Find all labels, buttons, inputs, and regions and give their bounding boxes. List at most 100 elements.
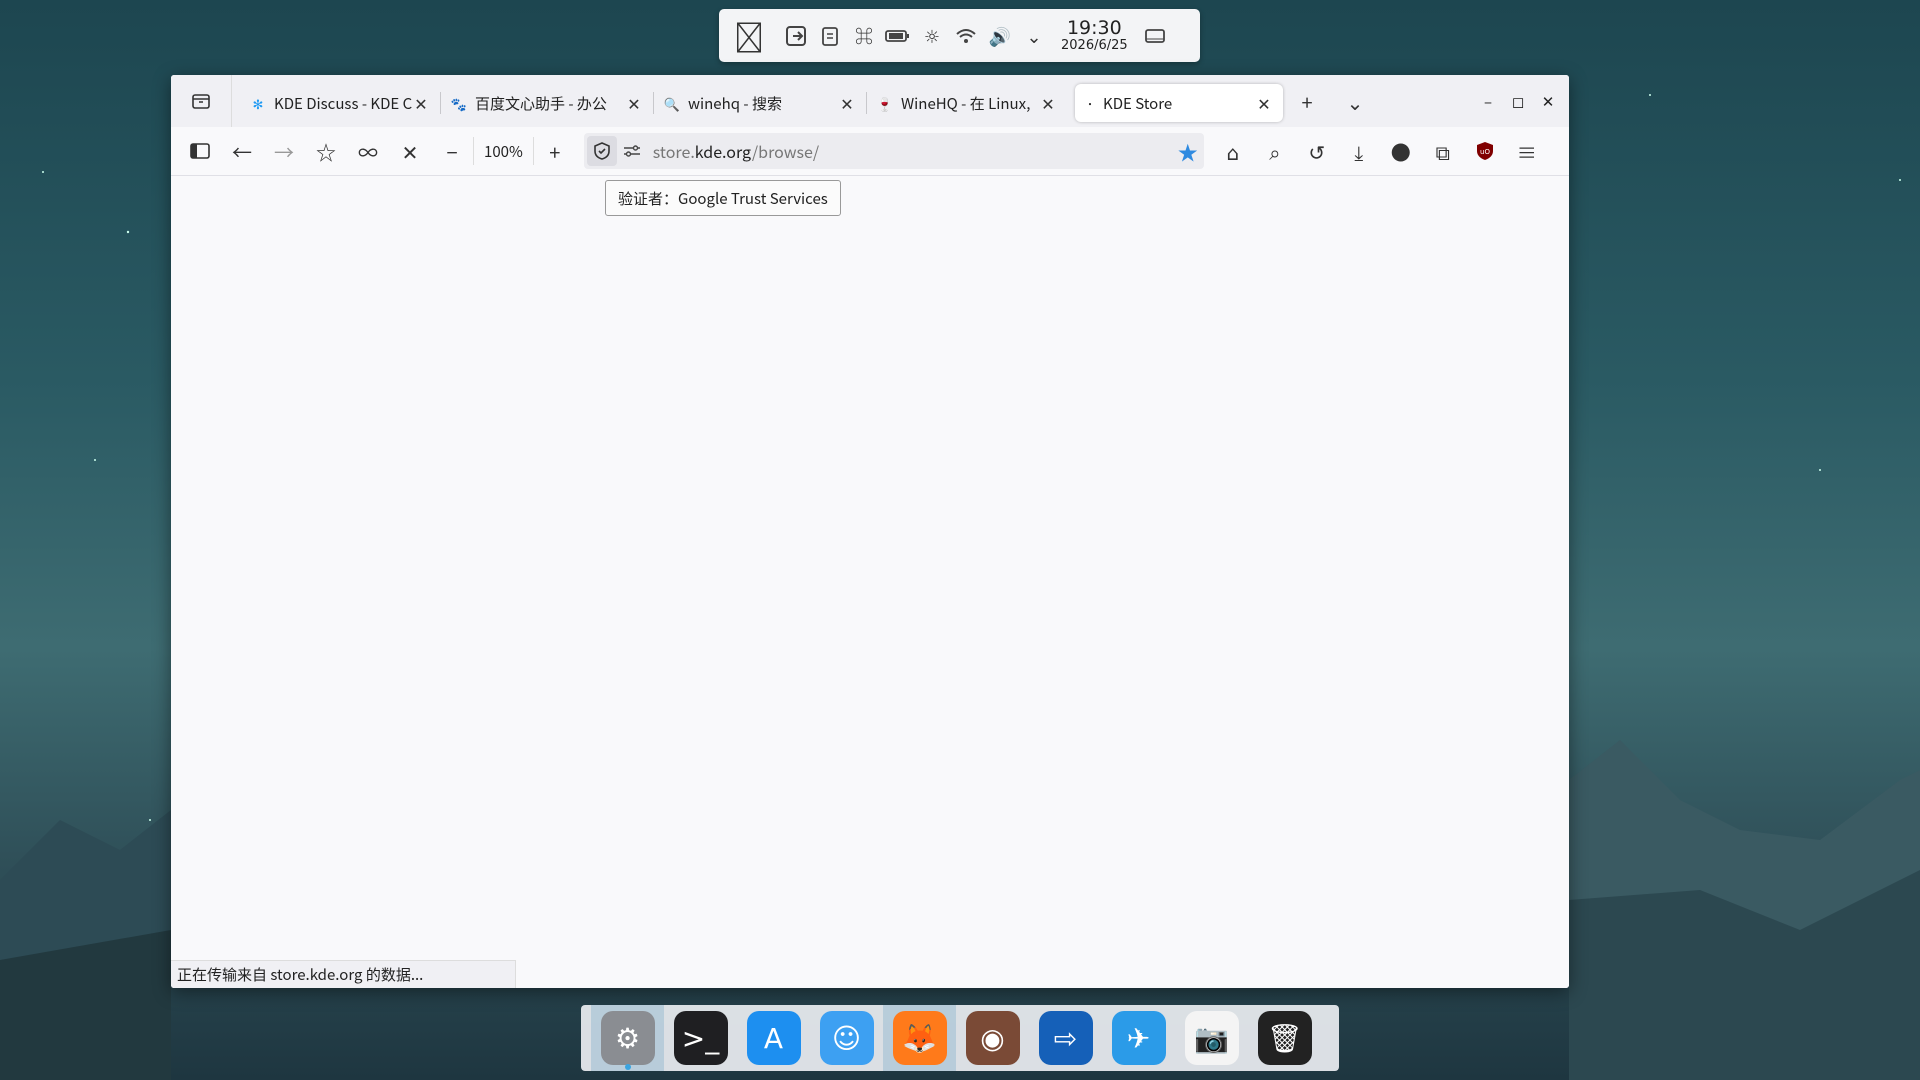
app-store-icon: A	[746, 1011, 801, 1065]
dock-item-terminal[interactable]: >_	[664, 1005, 737, 1071]
volume-icon[interactable]: 🔊	[983, 18, 1017, 54]
search-icon: ⌕	[1269, 136, 1281, 166]
app-generic-icon: ◉	[965, 1011, 1020, 1065]
close-tab-icon[interactable]: ✕	[625, 91, 643, 115]
close-icon: ✕	[401, 136, 419, 166]
dock-item-swift-app[interactable]: ✈	[1102, 1005, 1175, 1071]
close-tab-icon[interactable]: ✕	[412, 91, 430, 115]
forward-button[interactable]: →	[263, 131, 305, 171]
dock-item-screenshot[interactable]: 📷	[1175, 1005, 1248, 1071]
sidebar-icon	[190, 143, 210, 159]
tab-label: WineHQ - 在 Linux,	[901, 92, 1031, 114]
bookmark-star-icon: ☆	[316, 136, 336, 166]
chevron-down-icon: ⌄	[1346, 86, 1364, 116]
plus-icon: +	[1301, 86, 1313, 116]
list-all-tabs-button[interactable]: ⌄	[1331, 75, 1379, 127]
account-button[interactable]: ●	[1380, 131, 1422, 171]
command-icon[interactable]: ⌘	[847, 18, 881, 54]
tab-label: 百度文心助手 - 办公	[475, 92, 607, 114]
zoom-out-button[interactable]: −	[431, 131, 473, 171]
sidebar-toggle-button[interactable]	[179, 131, 221, 171]
display-icon[interactable]	[1138, 18, 1172, 54]
dock-item-app-store[interactable]: A	[737, 1005, 810, 1071]
home-icon: ⌂	[1226, 136, 1240, 166]
search-button[interactable]: ⌕	[1254, 131, 1296, 171]
url-prefix: store.	[652, 139, 695, 163]
bookmark-tools-button[interactable]: ☆	[305, 131, 347, 171]
page-content: 验证者：Google Trust Services 正在传输来自 store.k…	[171, 176, 1569, 988]
permissions-icon[interactable]	[617, 144, 647, 158]
clock[interactable]: 19:30 2026/6/25	[1061, 18, 1128, 54]
tab-overview-button[interactable]	[171, 75, 232, 127]
globe-avatar-icon: ●	[1390, 136, 1411, 166]
terminal-icon: >_	[673, 1011, 728, 1065]
close-tab-icon[interactable]: ✕	[1255, 91, 1273, 115]
swift-app-icon: ✈	[1111, 1011, 1166, 1065]
clipboard-icon[interactable]	[813, 18, 847, 54]
hamburger-menu-icon: ≡	[1516, 136, 1537, 166]
app-switcher-icon[interactable]	[779, 18, 813, 54]
battery-icon[interactable]	[881, 18, 915, 54]
stop-loading-button[interactable]: ✕	[389, 131, 431, 171]
baidu-icon: 🐾	[450, 93, 468, 113]
tab-baidu[interactable]: 🐾 百度文心助手 - 办公 ✕	[441, 84, 653, 122]
certificate-tooltip: 验证者：Google Trust Services	[605, 180, 841, 216]
remote-app-icon: ⇨	[1038, 1011, 1093, 1065]
navigation-toolbar: ← → ☆ ∞ ✕ − 100% + store.kde.org/browse/…	[171, 127, 1569, 176]
url-path: /browse/	[751, 139, 820, 163]
dock-item-system-settings[interactable]: ⚙	[591, 1005, 664, 1071]
browser-window: ✻ KDE Discuss - KDE C ✕ 🐾 百度文心助手 - 办公 ✕ …	[171, 75, 1569, 988]
brightness-icon[interactable]: ☼	[915, 18, 949, 54]
new-tab-button[interactable]: +	[1283, 75, 1331, 127]
bookmark-star-filled-icon[interactable]: ★	[1172, 137, 1204, 166]
maximize-icon[interactable]: ◻	[1503, 91, 1533, 112]
wifi-icon[interactable]	[949, 18, 983, 54]
kde-icon: ✻	[252, 93, 264, 113]
wine-icon: 🍷	[876, 93, 894, 113]
clock-time: 19:30	[1066, 16, 1122, 39]
clock-date: 2026/6/25	[1061, 37, 1128, 53]
tab-label: KDE Discuss - KDE C	[274, 92, 412, 114]
home-button[interactable]: ⌂	[1212, 131, 1254, 171]
close-tab-icon[interactable]: ✕	[838, 91, 856, 115]
running-indicator	[624, 1064, 631, 1070]
download-icon: ⤓	[1354, 136, 1364, 166]
dock: ⚙ >_ A ☺ 🦊 ◉ ⇨ ✈ 📷 🗑	[581, 1005, 1339, 1071]
zoom-in-button[interactable]: +	[534, 131, 576, 171]
close-window-icon[interactable]: ✕	[1533, 91, 1563, 112]
tab-winehq-search[interactable]: 🔍 winehq - 搜索 ✕	[654, 84, 866, 122]
private-mode-button[interactable]: ∞	[347, 131, 389, 171]
back-button[interactable]: ←	[221, 131, 263, 171]
minus-icon: −	[446, 136, 458, 166]
ublock-button[interactable]: uO	[1464, 131, 1506, 171]
zoom-level[interactable]: 100%	[473, 137, 534, 165]
dock-item-trash[interactable]: 🗑	[1248, 1005, 1321, 1071]
url-host: kde.org	[694, 139, 752, 163]
system-settings-icon: ⚙	[600, 1011, 655, 1065]
tab-kde-store[interactable]: • KDE Store ✕	[1075, 84, 1283, 122]
dock-item-app-generic[interactable]: ◉	[956, 1005, 1029, 1071]
dock-item-firefox[interactable]: 🦊	[883, 1005, 956, 1071]
top-panel:  ⌘ ☼ 🔊 ⌄ 19:30 2026/6/25	[719, 9, 1200, 62]
dock-item-remote-app[interactable]: ⇨	[1029, 1005, 1102, 1071]
chevron-down-icon[interactable]: ⌄	[1017, 18, 1051, 54]
arrow-right-icon: →	[274, 136, 294, 166]
downloads-button[interactable]: ⤓	[1338, 131, 1380, 171]
url-text[interactable]: store.kde.org/browse/	[647, 139, 1172, 163]
ublock-shield-icon: uO	[1476, 142, 1493, 160]
dock-item-finder[interactable]: ☺	[810, 1005, 883, 1071]
arrow-left-icon: ←	[232, 136, 252, 166]
loading-dot-icon: •	[1085, 95, 1095, 111]
tracking-protection-shield-icon[interactable]	[586, 136, 617, 166]
close-tab-icon[interactable]: ✕	[1039, 91, 1057, 115]
extensions-button[interactable]: ⧉	[1422, 131, 1464, 171]
history-button[interactable]: ↺	[1296, 131, 1338, 171]
tab-winehq[interactable]: 🍷 WineHQ - 在 Linux, ✕	[867, 84, 1067, 122]
app-menu-button[interactable]: ≡	[1506, 131, 1548, 171]
search-icon: 🔍	[663, 93, 681, 113]
tab-overview-icon	[192, 94, 210, 109]
tab-kde-discuss[interactable]: ✻ KDE Discuss - KDE C ✕	[240, 84, 440, 122]
minimize-icon[interactable]: –	[1473, 91, 1503, 112]
apple-icon[interactable]: 	[719, 14, 779, 58]
address-bar[interactable]: store.kde.org/browse/ ★	[583, 133, 1204, 169]
